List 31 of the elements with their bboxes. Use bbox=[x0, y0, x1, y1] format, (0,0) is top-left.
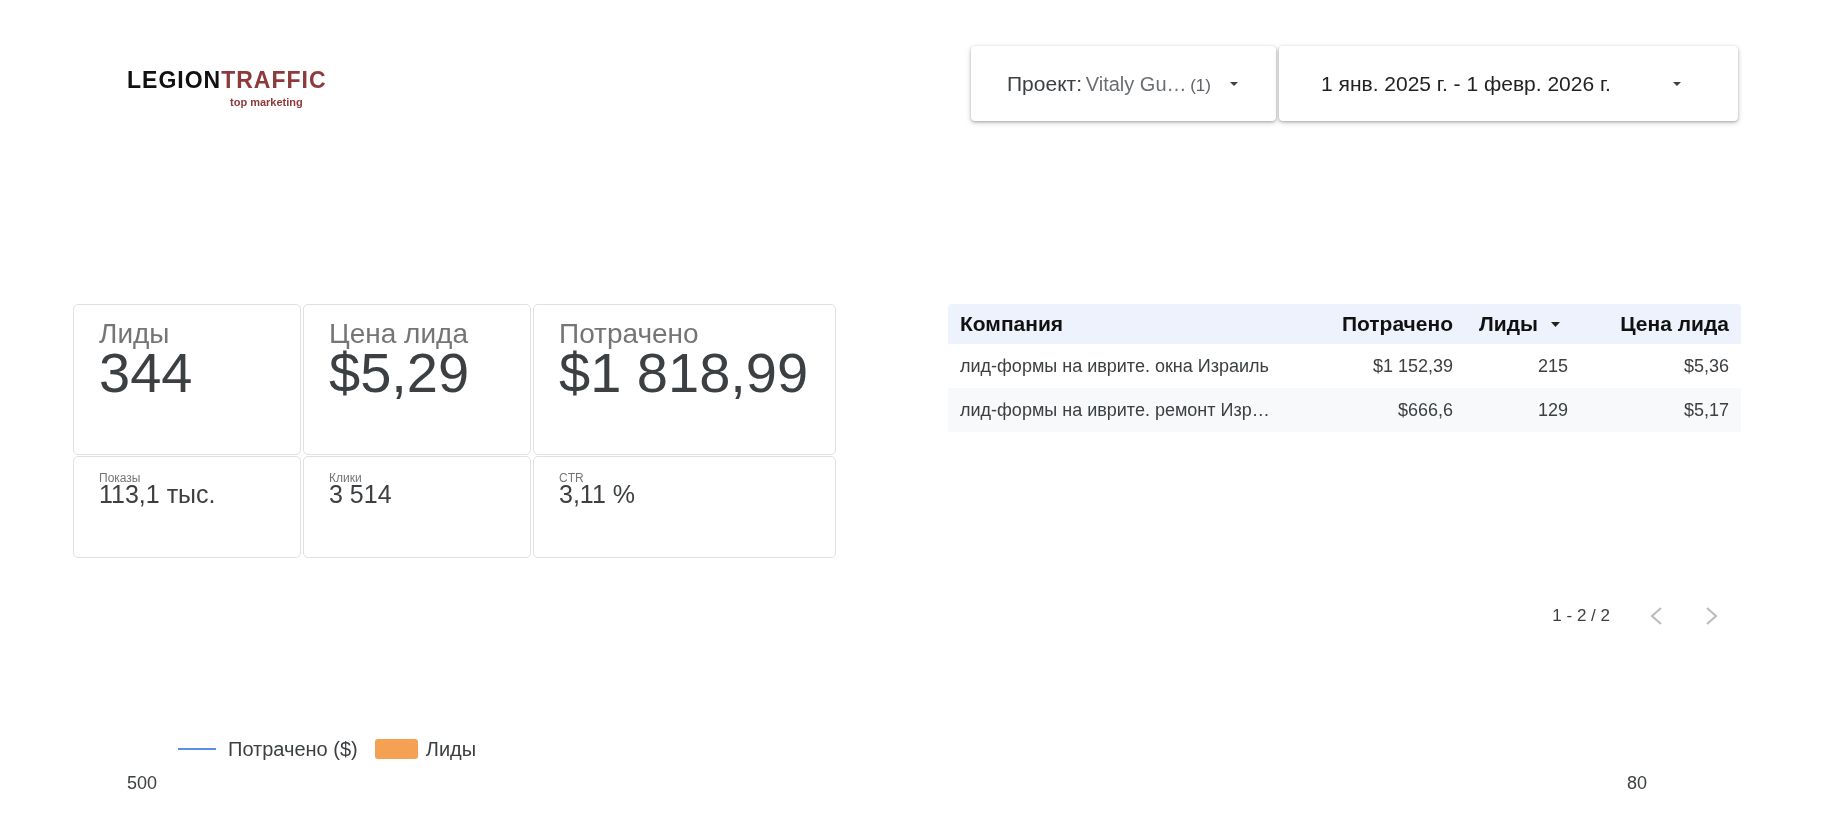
table-cell: $666,6 bbox=[1328, 388, 1465, 432]
scorecard-title: Показы bbox=[99, 472, 141, 484]
date-range-dropdown[interactable]: 1 янв. 2025 г. - 1 февр. 2026 г. bbox=[1279, 46, 1738, 121]
table-cell: $5,17 bbox=[1580, 388, 1741, 432]
dropdown-caret-icon bbox=[1230, 81, 1238, 86]
scorecard-title: Цена лида bbox=[329, 320, 468, 348]
table-cell: лид-формы на иврите. ремонт Изр… bbox=[948, 388, 1328, 432]
dropdown-caret-icon bbox=[1673, 81, 1681, 86]
table-cell: 129 bbox=[1465, 388, 1580, 432]
column-header[interactable]: Потрачено bbox=[1328, 304, 1465, 344]
scorecard-title: Потрачено bbox=[559, 320, 699, 348]
column-header[interactable]: Лиды bbox=[1465, 304, 1580, 344]
logo-wordmark: LEGIONTRAFFIC bbox=[127, 69, 327, 92]
logo-tagline: top marketing bbox=[230, 97, 303, 108]
scorecard-value: 3 514 bbox=[329, 482, 392, 507]
pagination-range: 1 - 2 / 2 bbox=[1552, 606, 1610, 626]
scorecard-value: 3,11 % bbox=[559, 482, 635, 507]
column-header[interactable]: Цена лида bbox=[1580, 304, 1741, 344]
legend-label: Потрачено ($) bbox=[228, 737, 358, 761]
chevron-left-icon bbox=[1650, 607, 1662, 625]
scorecard-value: 113,1 тыс. bbox=[99, 482, 216, 507]
chevron-right-icon bbox=[1706, 607, 1718, 625]
sort-caret-icon bbox=[1551, 321, 1560, 327]
axis-tick-label: 500 bbox=[127, 774, 158, 792]
scorecard-title: Лиды bbox=[99, 320, 170, 348]
scorecard-title: CTR bbox=[559, 472, 584, 484]
scorecard-title: Клики bbox=[329, 472, 362, 484]
column-header[interactable]: Компания bbox=[948, 304, 1328, 344]
legend-label: Лиды bbox=[425, 737, 477, 761]
axis-tick-label: 80 bbox=[1626, 774, 1647, 792]
project-filter-dropdown[interactable]: Проект: Vitaly Gu… (1) bbox=[971, 46, 1276, 121]
